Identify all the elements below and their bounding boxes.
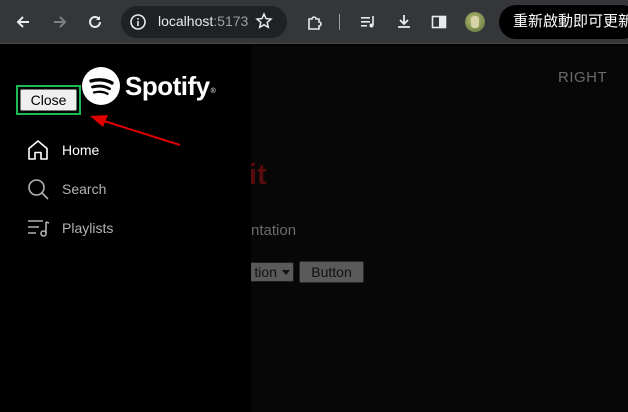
media-control-icon[interactable] (357, 0, 379, 44)
forward-icon[interactable] (49, 0, 71, 44)
bookmark-star-icon[interactable] (255, 12, 273, 35)
annotation-arrow (90, 115, 181, 146)
download-icon[interactable] (393, 0, 415, 44)
url-text: localhost:5173 (158, 13, 249, 29)
extensions-icon[interactable] (304, 0, 326, 44)
address-bar[interactable]: localhost:5173 (121, 6, 287, 38)
update-button[interactable]: 重新啟動即可更新 (499, 5, 628, 39)
side-panel-icon[interactable] (428, 0, 450, 44)
reload-icon[interactable] (84, 0, 106, 44)
back-icon[interactable] (12, 0, 34, 44)
site-info-icon[interactable] (129, 13, 147, 36)
browser-toolbar: localhost:5173 重新啟動即可更新 (0, 0, 628, 44)
toolbar-divider (339, 14, 340, 30)
page-viewport: RIGHT elteKit ocumentation tion Button S… (0, 45, 628, 412)
profile-avatar[interactable] (465, 12, 485, 32)
